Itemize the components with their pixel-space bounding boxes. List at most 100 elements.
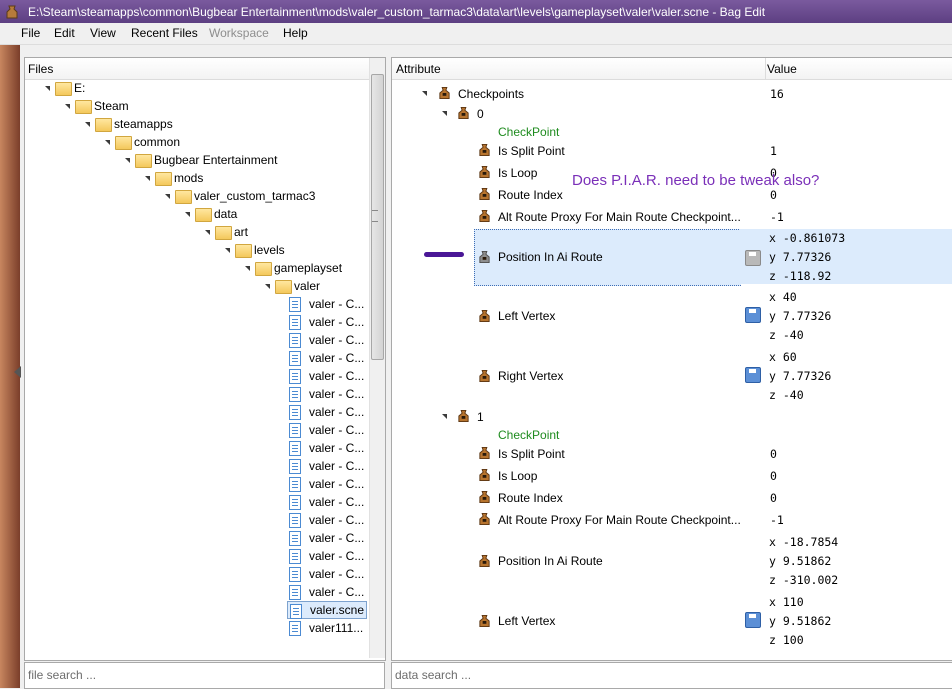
- expand-arrow-icon[interactable]: [245, 266, 250, 271]
- cp1-type-row[interactable]: CheckPoint: [392, 424, 952, 444]
- splitter-grip[interactable]: [372, 210, 378, 222]
- cp1-position-row[interactable]: Position In Ai Route x -18.7854 y 9.51862 z…: [392, 532, 952, 590]
- tree-file[interactable]: valer - C...: [287, 565, 365, 583]
- save-icon[interactable]: [745, 367, 761, 383]
- bag-icon: [439, 86, 450, 100]
- cp0-is-split-row[interactable]: Is Split Point 1: [392, 140, 952, 160]
- cp1-is-split-row[interactable]: Is Split Point 0: [392, 443, 952, 463]
- menu-view[interactable]: View: [90, 26, 116, 40]
- cp1-row[interactable]: 1: [392, 406, 952, 426]
- cp0-row[interactable]: 0: [392, 103, 952, 123]
- tree-file[interactable]: valer - C...: [287, 421, 365, 439]
- tree-file[interactable]: valer111...: [287, 619, 365, 637]
- bag-icon: [479, 165, 490, 179]
- folder-icon: [235, 244, 252, 258]
- cp0-alt-route-row[interactable]: Alt Route Proxy For Main Route Checkpoin…: [392, 206, 952, 226]
- checkpoints-row[interactable]: Checkpoints 16: [392, 83, 952, 103]
- tree-file[interactable]: valer - C...: [287, 385, 365, 403]
- document-icon: [289, 567, 301, 582]
- expand-arrow-icon[interactable]: [205, 230, 210, 235]
- collapse-panel-icon[interactable]: [14, 366, 21, 378]
- expand-arrow-icon[interactable]: [442, 414, 447, 419]
- cp1-left-vertex-row[interactable]: Left Vertex x 110 y 9.51862 z 100: [392, 592, 952, 650]
- tree-file[interactable]: valer - C...: [287, 475, 365, 493]
- cp0-right-vertex-row[interactable]: Right Vertex x 60 y 7.77326 z -40: [392, 347, 952, 405]
- attribute-value: z -310.002: [769, 573, 839, 587]
- expand-arrow-icon[interactable]: [165, 194, 170, 199]
- tree-folder-label: Steam: [94, 99, 129, 113]
- expand-arrow-icon[interactable]: [225, 248, 230, 253]
- save-icon[interactable]: [745, 612, 761, 628]
- tree-folder-label: common: [134, 135, 181, 149]
- tree-file[interactable]: valer - C...: [287, 511, 365, 529]
- tree-file[interactable]: valer - C...: [287, 547, 365, 565]
- file-search-input[interactable]: file search ...: [24, 662, 385, 689]
- document-icon: [289, 315, 301, 330]
- folder-icon: [115, 136, 132, 150]
- attribute-column-header[interactable]: Attribute: [396, 62, 441, 76]
- attribute-label: Is Split Point: [498, 447, 565, 461]
- attribute-value: z -40: [769, 388, 804, 402]
- tree-file[interactable]: valer - C...: [287, 295, 365, 313]
- tree-file[interactable]: valer - C...: [287, 403, 365, 421]
- expand-arrow-icon[interactable]: [125, 158, 130, 163]
- attribute-value: 0: [770, 469, 777, 483]
- expand-arrow-icon[interactable]: [65, 104, 70, 109]
- document-icon: [289, 549, 301, 564]
- attribute-value: 0: [770, 447, 777, 461]
- bag-icon: [479, 209, 490, 223]
- tree-file[interactable]: valer - C...: [287, 457, 365, 475]
- attribute-value: -1: [770, 513, 784, 527]
- tree-file[interactable]: valer - C...: [287, 583, 365, 601]
- tree-file-label: valer - C...: [309, 549, 365, 563]
- attribute-label: 1: [477, 410, 484, 424]
- attribute-value: 0: [770, 491, 777, 505]
- files-scrollbar[interactable]: [369, 58, 385, 658]
- tree-file-label: valer.scne: [310, 603, 365, 617]
- annotation-marker: [424, 252, 464, 257]
- tree-file[interactable]: valer - C...: [287, 349, 365, 367]
- menu-recent-files[interactable]: Recent Files: [131, 26, 198, 40]
- menu-file[interactable]: File: [21, 26, 40, 40]
- cp0-position-row[interactable]: Position In Ai Route x -0.861073 y 7.77326…: [392, 229, 952, 286]
- attribute-value: x -18.7854: [769, 535, 839, 549]
- document-icon: [289, 531, 301, 546]
- expand-arrow-icon[interactable]: [185, 212, 190, 217]
- menu-help[interactable]: Help: [283, 26, 308, 40]
- cp1-route-index-row[interactable]: Route Index 0: [392, 487, 952, 507]
- tree-file[interactable]: valer - C...: [287, 331, 365, 349]
- expand-arrow-icon[interactable]: [145, 176, 150, 181]
- save-icon[interactable]: [745, 307, 761, 323]
- expand-arrow-icon[interactable]: [45, 86, 50, 91]
- attribute-value: 16: [770, 87, 784, 101]
- save-icon[interactable]: [745, 250, 761, 266]
- value-column-header[interactable]: Value: [767, 62, 797, 76]
- expand-arrow-icon[interactable]: [85, 122, 90, 127]
- attribute-value: y 7.77326: [769, 369, 832, 383]
- tree-file[interactable]: valer - C...: [287, 313, 365, 331]
- tree-file[interactable]: valer - C...: [287, 439, 365, 457]
- tree-file-label: valer - C...: [309, 477, 365, 491]
- expand-arrow-icon[interactable]: [105, 140, 110, 145]
- cp0-type-row[interactable]: CheckPoint: [392, 121, 952, 141]
- data-search-input[interactable]: data search ...: [391, 662, 952, 689]
- expand-arrow-icon[interactable]: [265, 284, 270, 289]
- cp1-is-loop-row[interactable]: Is Loop 0: [392, 465, 952, 485]
- cp0-left-vertex-row[interactable]: Left Vertex x 40 y 7.77326 z -40: [392, 287, 952, 345]
- annotation-text: Does P.I.A.R. need to be tweak also?: [572, 172, 820, 189]
- tree-folder-label: levels: [254, 243, 285, 257]
- document-icon: [289, 297, 301, 312]
- expand-arrow-icon[interactable]: [442, 111, 447, 116]
- tree-file-selected[interactable]: valer.scne: [287, 601, 367, 619]
- attribute-value: y 7.77326: [769, 309, 832, 323]
- cp1-alt-route-row[interactable]: Alt Route Proxy For Main Route Checkpoin…: [392, 509, 952, 529]
- tree-folder-label: E:: [74, 81, 86, 95]
- tree-file[interactable]: valer - C...: [287, 493, 365, 511]
- tree-folder-label: Bugbear Entertainment: [154, 153, 278, 167]
- tree-file[interactable]: valer - C...: [287, 367, 365, 385]
- menu-edit[interactable]: Edit: [54, 26, 75, 40]
- tree-file-label: valer111...: [309, 621, 364, 635]
- expand-arrow-icon[interactable]: [422, 91, 427, 96]
- tree-file[interactable]: valer - C...: [287, 529, 365, 547]
- document-icon: [289, 513, 301, 528]
